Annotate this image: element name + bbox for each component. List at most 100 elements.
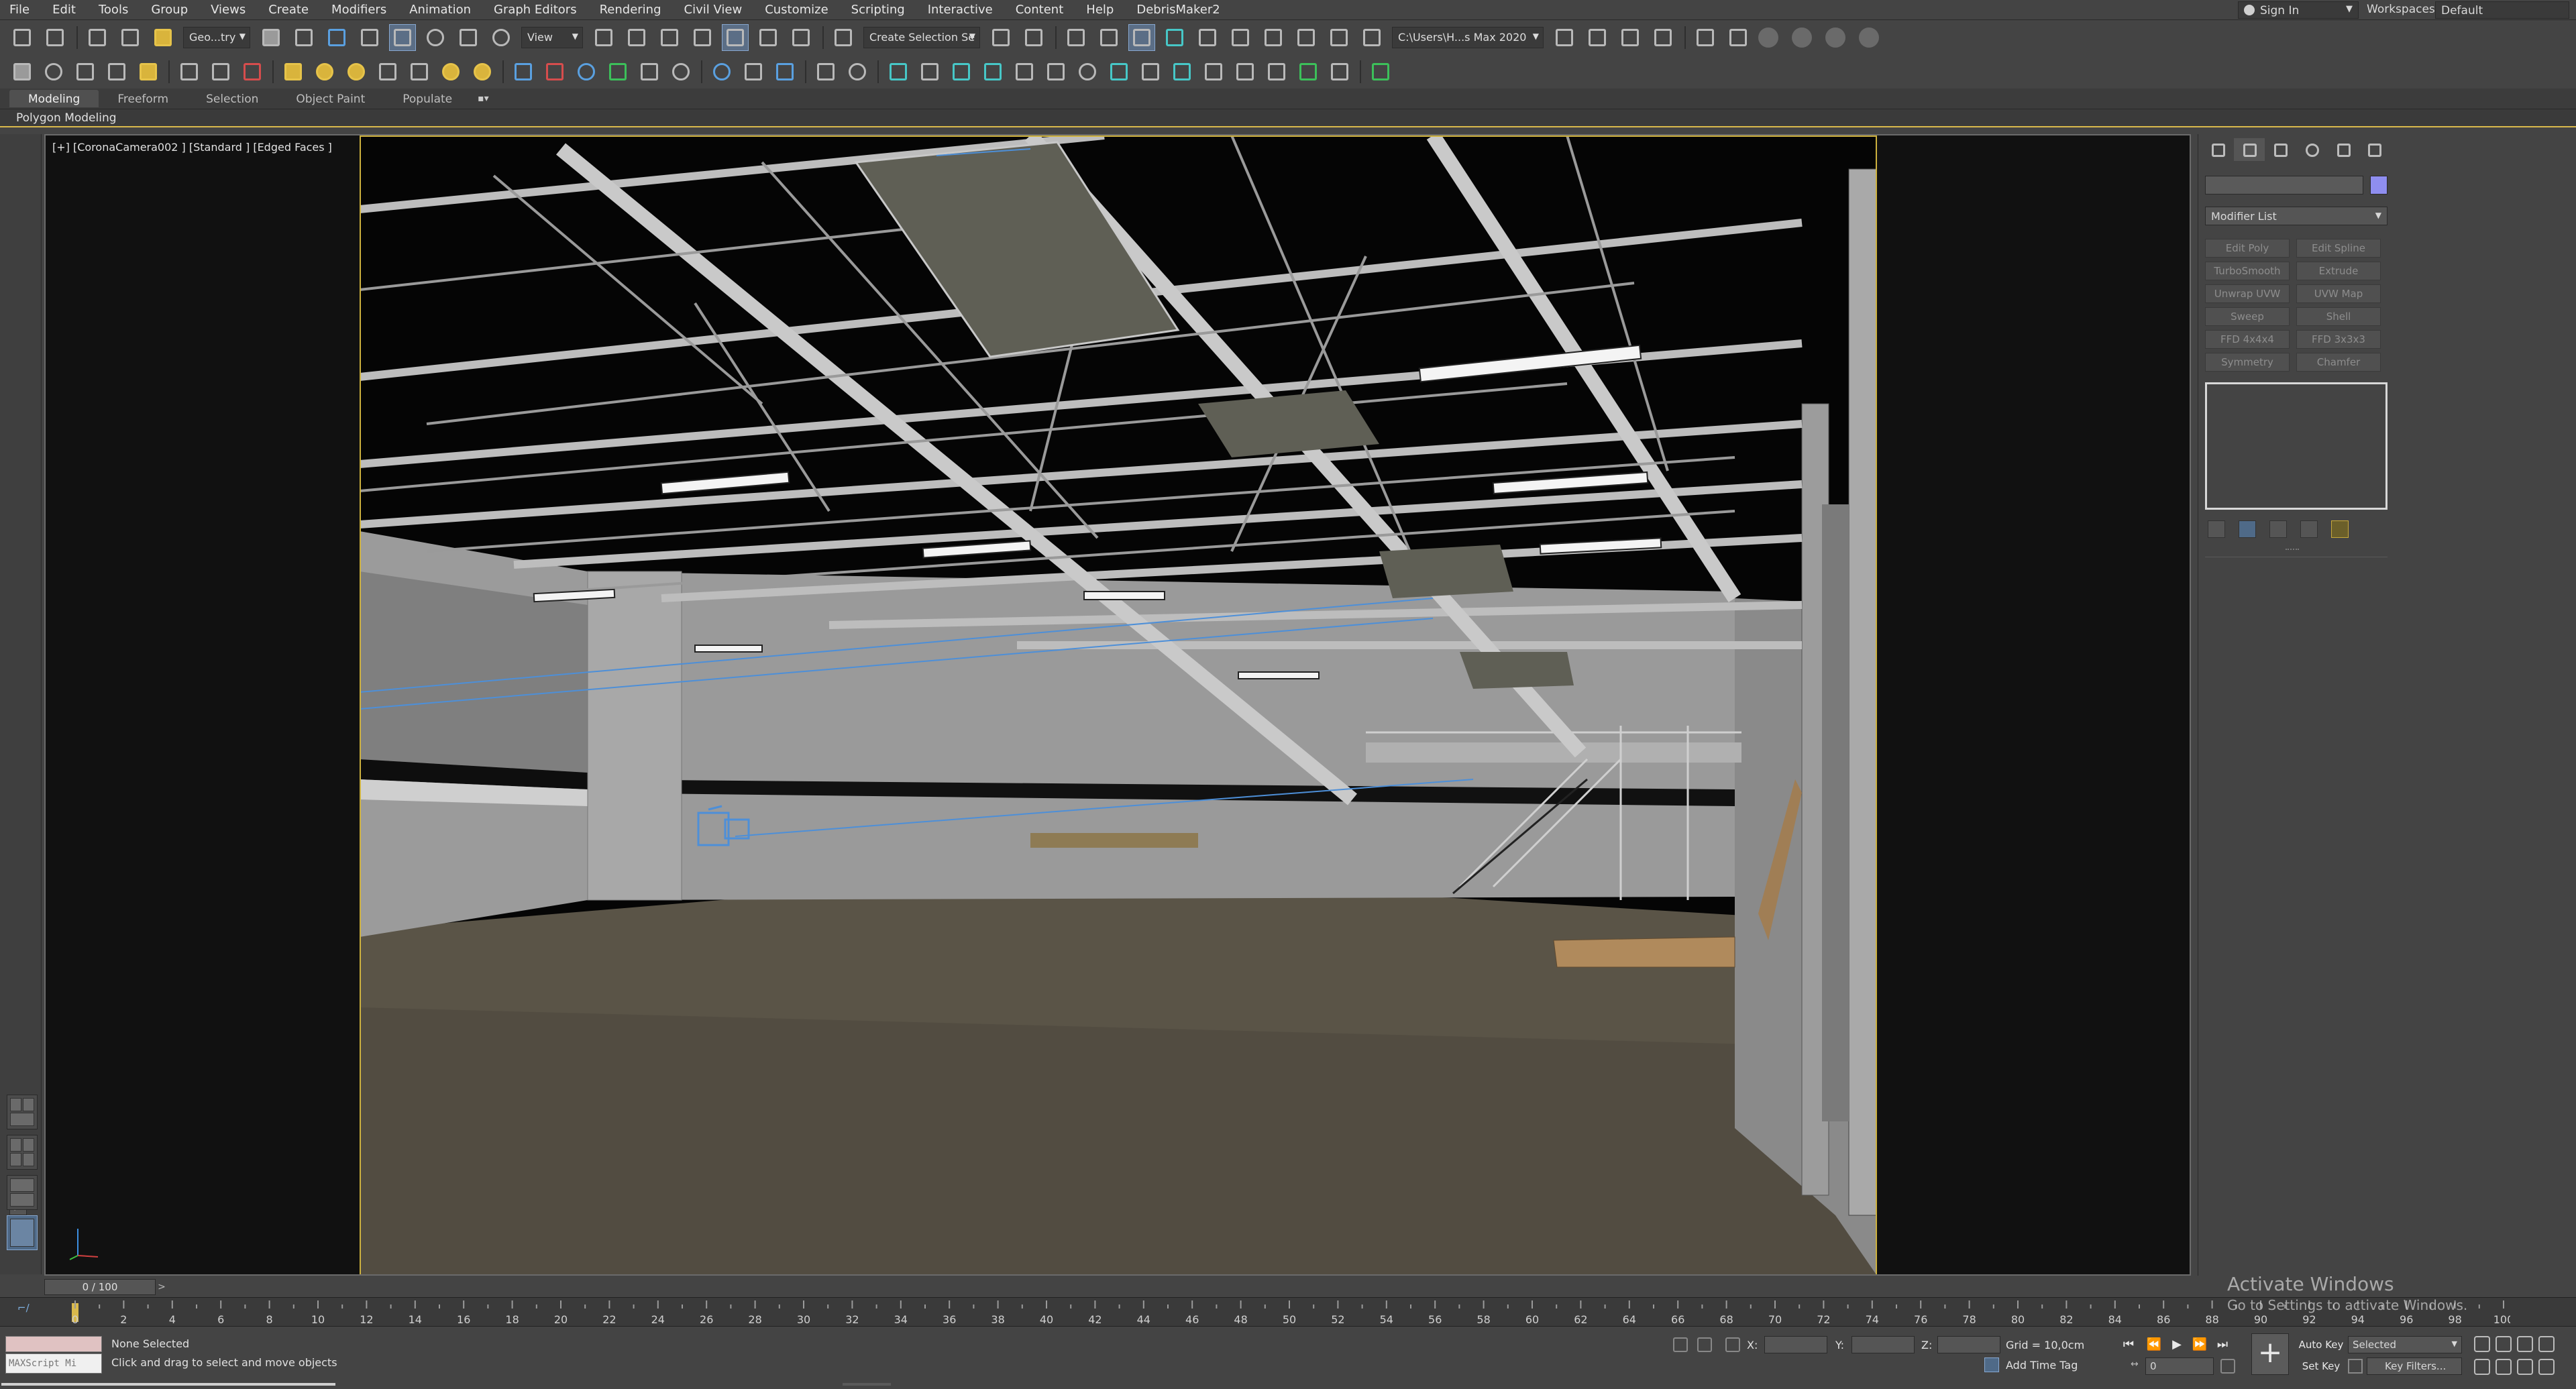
next-frame-playback-button[interactable]: ⏩ xyxy=(2191,1336,2208,1353)
help-button[interactable] xyxy=(845,59,870,85)
link-button[interactable] xyxy=(85,25,110,50)
mirror-button[interactable] xyxy=(988,25,1014,50)
zoom-icon[interactable] xyxy=(2474,1336,2490,1352)
polygon-modeling-label[interactable]: Polygon Modeling xyxy=(16,111,117,125)
render-region-button[interactable] xyxy=(772,59,798,85)
modifier-button-ffd-4x4x4[interactable]: FFD 4x4x4 xyxy=(2205,330,2290,349)
tab-modify[interactable] xyxy=(2233,138,2265,161)
add-time-tag-button[interactable]: Add Time Tag xyxy=(2006,1359,2078,1372)
schematic-view-button[interactable] xyxy=(1195,25,1220,50)
save-project-button[interactable] xyxy=(1617,25,1643,50)
burst-button[interactable] xyxy=(917,59,943,85)
tab-display[interactable] xyxy=(2328,138,2359,161)
double-chevron-button[interactable] xyxy=(1295,59,1321,85)
workspaces-dropdown[interactable]: Default xyxy=(2435,1,2569,19)
frame-button[interactable] xyxy=(1106,59,1132,85)
create-sphere-button[interactable] xyxy=(41,59,66,85)
bind-space-warp-button[interactable] xyxy=(150,25,176,50)
panel-grip[interactable] xyxy=(2286,549,2299,553)
rendered-frame-window-button[interactable] xyxy=(1293,25,1319,50)
set-keys-button[interactable]: + xyxy=(2251,1333,2289,1375)
menu-item-debrismaker2[interactable]: DebrisMaker2 xyxy=(1125,3,1231,17)
select-object-button[interactable] xyxy=(258,25,284,50)
time-slider[interactable]: 0 / 100 xyxy=(44,1279,156,1295)
square-button[interactable] xyxy=(1232,59,1258,85)
modifier-button-sweep[interactable]: Sweep xyxy=(2205,307,2290,326)
remove-modifier-button[interactable] xyxy=(2300,520,2318,538)
show-end-result-button[interactable] xyxy=(2239,520,2256,538)
menu-item-views[interactable]: Views xyxy=(199,3,257,17)
spacewarps-button[interactable] xyxy=(239,59,265,85)
configure-modifier-sets-button[interactable] xyxy=(2331,520,2349,538)
tool-a-button[interactable] xyxy=(1693,25,1718,50)
redo-button[interactable] xyxy=(42,25,68,50)
z-coordinate-field[interactable] xyxy=(1937,1336,2000,1353)
set-key-button[interactable]: Set Key xyxy=(2297,1357,2345,1376)
render-production-button[interactable] xyxy=(1326,25,1352,50)
helpers-button[interactable] xyxy=(176,59,202,85)
sign-in-dropdown[interactable]: Sign In ▼ xyxy=(2238,1,2359,19)
select-region-button[interactable] xyxy=(1169,59,1195,85)
select-and-move-button[interactable] xyxy=(389,24,416,51)
next-frame-button[interactable]: > xyxy=(156,1279,168,1295)
rectangular-selection-button[interactable] xyxy=(324,25,350,50)
select-and-rotate-button[interactable] xyxy=(423,25,448,50)
expand-toolbar-button[interactable] xyxy=(1368,59,1393,85)
plant-button[interactable] xyxy=(605,59,631,85)
menu-item-group[interactable]: Group xyxy=(140,3,199,17)
tab-selection[interactable]: Selection xyxy=(187,90,277,107)
ribbon-toggle-button[interactable] xyxy=(1128,24,1155,51)
menu-item-create[interactable]: Create xyxy=(257,3,320,17)
unlink-button[interactable] xyxy=(117,25,143,50)
cameras-button[interactable] xyxy=(208,59,233,85)
rock-button[interactable] xyxy=(668,59,694,85)
key-filters-button[interactable]: Key Filters... xyxy=(2367,1357,2462,1375)
modifier-button-ffd-3x3x3[interactable]: FFD 3x3x3 xyxy=(2296,330,2381,349)
select-manipulate-button[interactable] xyxy=(624,25,649,50)
time-config-icon[interactable] xyxy=(2220,1359,2235,1374)
project-settings-button[interactable] xyxy=(1650,25,1676,50)
y-coordinate-field[interactable] xyxy=(1851,1336,1915,1353)
material-editor-button[interactable] xyxy=(1228,25,1253,50)
select-and-scale-button[interactable] xyxy=(455,25,481,50)
auto-key-button[interactable]: Auto Key xyxy=(2297,1336,2345,1355)
maximize-viewport-icon[interactable] xyxy=(2538,1359,2555,1375)
sun-button[interactable] xyxy=(438,59,464,85)
ribbon-options-icon[interactable]: ▪▾ xyxy=(478,93,489,104)
tab-utilities[interactable] xyxy=(2359,138,2390,161)
undo-button[interactable] xyxy=(9,25,35,50)
modifier-button-extrude[interactable]: Extrude xyxy=(2296,262,2381,280)
group-button[interactable] xyxy=(980,59,1006,85)
crop-button[interactable] xyxy=(1138,59,1163,85)
pan-icon[interactable] xyxy=(2474,1359,2490,1375)
modifier-list-dropdown[interactable]: Modifier List ▼ xyxy=(2205,207,2387,225)
edit-named-selection-button[interactable] xyxy=(830,25,856,50)
modifier-button-uvw-map[interactable]: UVW Map xyxy=(2296,284,2381,303)
render-in-cloud-button[interactable] xyxy=(1359,25,1385,50)
spinner-snap-button[interactable] xyxy=(788,25,814,50)
make-unique-button[interactable] xyxy=(2269,520,2287,538)
modifier-button-turbosmooth[interactable]: TurboSmooth xyxy=(2205,262,2290,280)
menu-item-rendering[interactable]: Rendering xyxy=(588,3,673,17)
menu-item-scripting[interactable]: Scripting xyxy=(840,3,916,17)
modifier-button-edit-spline[interactable]: Edit Spline xyxy=(2296,239,2381,258)
zoom-all-icon[interactable] xyxy=(2496,1336,2512,1352)
key-mode-toggle[interactable]: ↔ xyxy=(2131,1359,2143,1374)
menu-item-animation[interactable]: Animation xyxy=(398,3,482,17)
keyboard-shortcut-override-button[interactable] xyxy=(657,25,682,50)
lights-button[interactable] xyxy=(136,59,161,85)
modifier-button-symmetry[interactable]: Symmetry xyxy=(2205,353,2290,372)
tab-create[interactable] xyxy=(2202,138,2234,161)
current-frame-field[interactable]: 0 xyxy=(2145,1357,2214,1375)
viewport-label[interactable]: [+] [CoronaCamera002 ] [Standard ] [Edge… xyxy=(52,141,332,154)
orbit-icon[interactable] xyxy=(2517,1336,2533,1352)
menu-item-customize[interactable]: Customize xyxy=(753,3,839,17)
field-of-view-icon[interactable] xyxy=(2538,1336,2555,1352)
maxscript-mini-listener[interactable]: MAXScript Mi xyxy=(5,1353,102,1374)
snaps-toggle-button[interactable] xyxy=(690,25,715,50)
key-icon[interactable]: ⌐∕ xyxy=(17,1302,42,1319)
menu-item-help[interactable]: Help xyxy=(1075,3,1125,17)
angle-snap-button[interactable] xyxy=(722,24,749,51)
menu-item-file[interactable]: File xyxy=(0,3,41,17)
selection-filter-dropdown[interactable]: Geo...try ▼ xyxy=(183,27,250,48)
